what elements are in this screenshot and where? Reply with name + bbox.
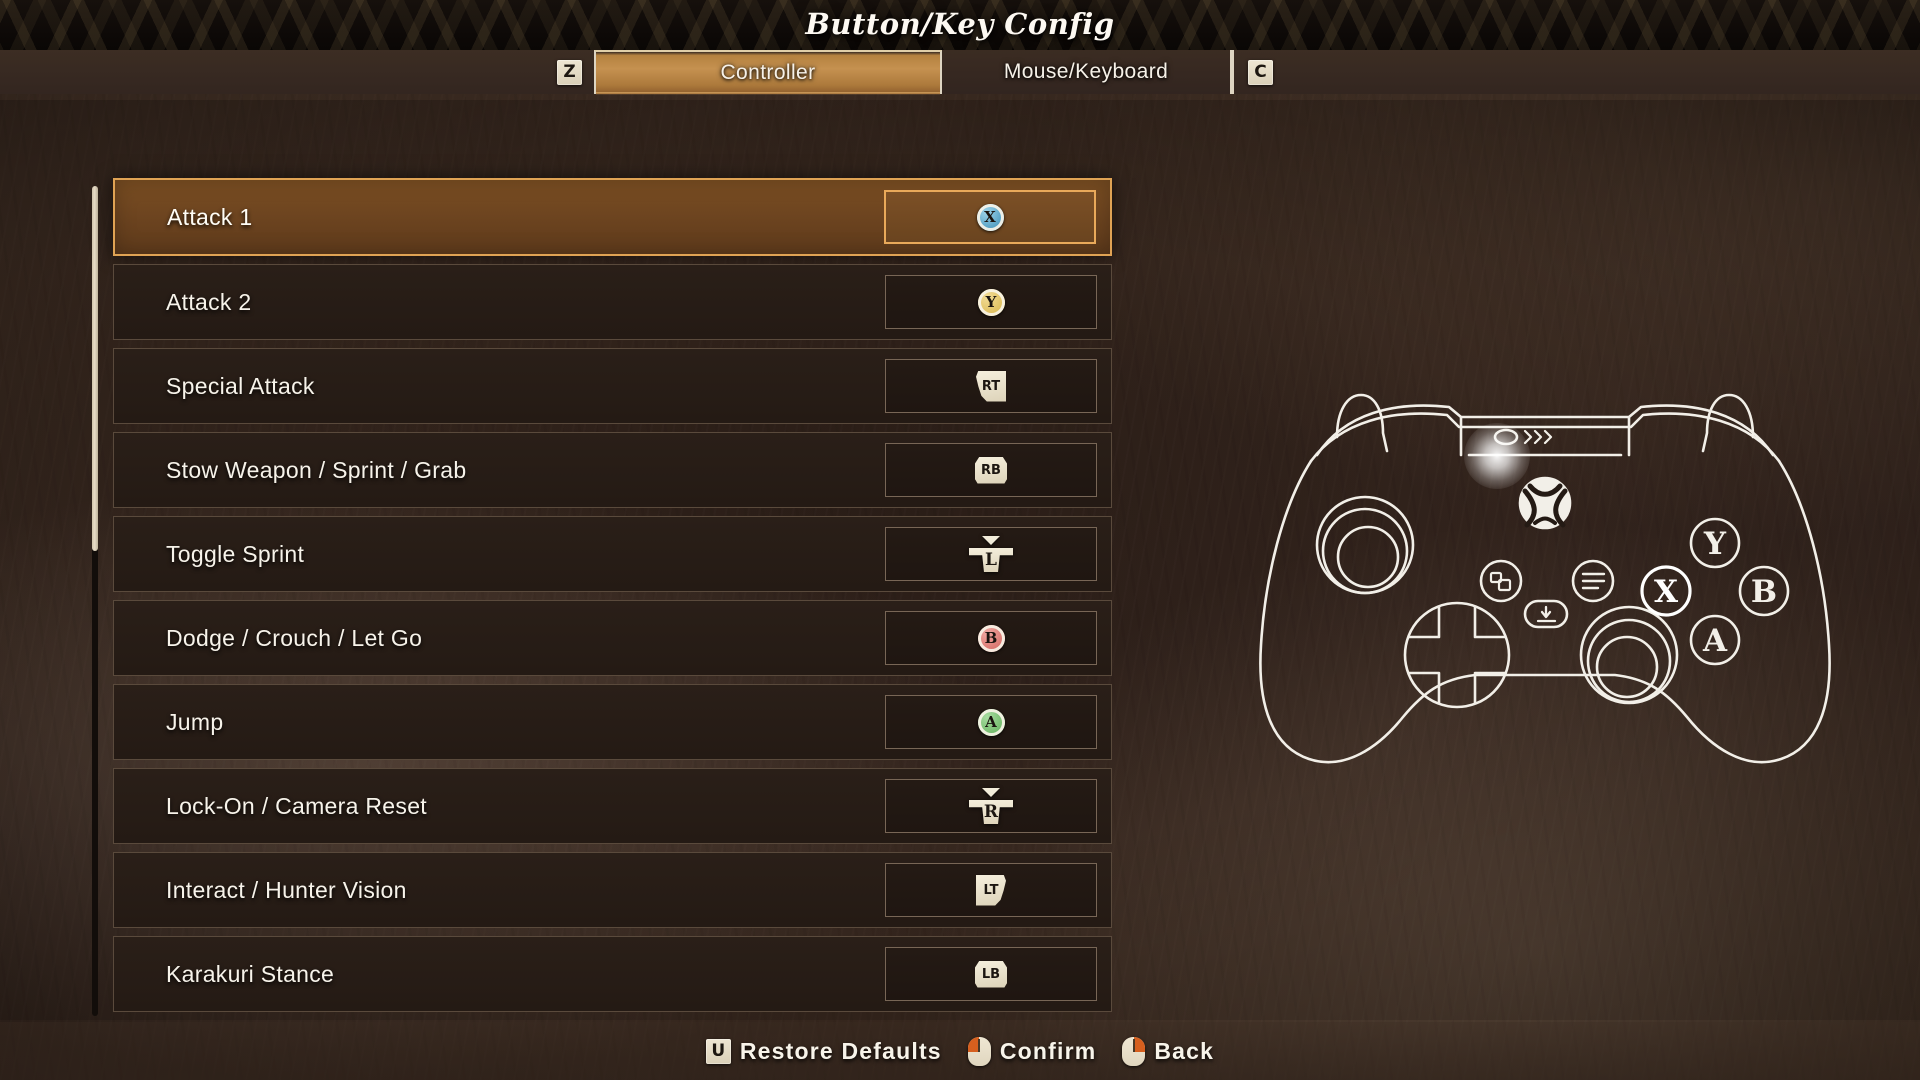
binding-action-label: Stow Weapon / Sprint / Grab [166, 456, 467, 483]
binding-value-cell[interactable]: RT [885, 359, 1097, 413]
tab-bar-tail [1285, 50, 1920, 94]
mouse-right-button-icon [1122, 1036, 1146, 1066]
binding-value-cell[interactable]: B [885, 611, 1097, 665]
footer-action-back[interactable]: Back [1122, 1036, 1215, 1066]
binding-value-cell[interactable]: X [884, 190, 1096, 244]
scrollbar-track[interactable] [92, 186, 98, 1016]
footer-action-label: Back [1154, 1037, 1215, 1064]
binding-value-cell[interactable]: A [885, 695, 1097, 749]
binding-row[interactable]: Dodge / Crouch / Let Go B [113, 600, 1112, 676]
binding-action-label: Interact / Hunter Vision [166, 876, 407, 903]
footer-action-confirm[interactable]: Confirm [967, 1036, 1097, 1066]
footer-action-label: Confirm [999, 1037, 1097, 1064]
right-stick-click-icon: R [969, 788, 1013, 824]
tab-bar: Z Controller Mouse/Keyboard C [0, 50, 1920, 95]
game-settings-screen: Button/Key Config Z Controller Mouse/Key… [0, 0, 1920, 1080]
binding-action-label: Jump [166, 708, 224, 735]
scrollbar-thumb[interactable] [92, 186, 98, 551]
bindings-list: Attack 1 X Attack 2 Y Special Attack RT Stow W… [113, 178, 1112, 1020]
key-c-icon: C [1248, 59, 1273, 85]
tab-bar-spacer [0, 50, 545, 94]
binding-action-label: Special Attack [166, 372, 315, 399]
footer-action-label: Restore Defaults [739, 1037, 942, 1064]
mouse-left-button-icon [967, 1036, 991, 1066]
tab-prev-key-hint[interactable]: Z [545, 50, 594, 94]
binding-row[interactable]: Karakuri Stance LB [113, 936, 1112, 1012]
right-bumper-icon: RB [975, 456, 1007, 484]
binding-action-label: Karakuri Stance [166, 960, 335, 987]
binding-value-cell[interactable]: RB [885, 443, 1097, 497]
xbox-b-button-icon: B [977, 624, 1005, 652]
left-trigger-icon: LT [976, 874, 1006, 906]
xbox-a-button-icon: A [977, 708, 1005, 736]
binding-row[interactable]: Attack 2 Y [113, 264, 1112, 340]
binding-value-cell[interactable]: Y [885, 275, 1097, 329]
title-bar: Button/Key Config [0, 0, 1920, 50]
tab-mouse-keyboard[interactable]: Mouse/Keyboard [942, 50, 1232, 94]
svg-text:X: X [1654, 574, 1679, 610]
page-title: Button/Key Config [805, 7, 1115, 41]
binding-value-cell[interactable]: LB [885, 947, 1097, 1001]
key-u-icon: U [705, 1038, 731, 1064]
binding-action-label: Attack 2 [166, 288, 252, 315]
binding-row[interactable]: Stow Weapon / Sprint / Grab RB [113, 432, 1112, 508]
binding-value-cell[interactable]: R [885, 779, 1097, 833]
left-stick-click-icon: L [969, 536, 1013, 572]
binding-action-label: Dodge / Crouch / Let Go [166, 624, 423, 651]
binding-row[interactable]: Jump A [113, 684, 1112, 760]
binding-action-label: Lock-On / Camera Reset [166, 792, 427, 819]
binding-row[interactable]: Attack 1 X [113, 178, 1112, 256]
svg-text:A: A [1702, 623, 1728, 659]
footer-action-restore-defaults[interactable]: U Restore Defaults [705, 1037, 942, 1065]
tab-controller-label: Controller [720, 61, 816, 84]
binding-value-cell[interactable]: L [885, 527, 1097, 581]
bindings-list-container: Attack 1 X Attack 2 Y Special Attack RT Stow W… [92, 178, 1112, 1016]
svg-text:Y: Y [1703, 526, 1727, 562]
svg-text:B: B [1751, 574, 1777, 610]
tab-next-key-hint[interactable]: C [1232, 50, 1285, 94]
xbox-x-button-icon: X [976, 203, 1004, 231]
binding-row[interactable]: Special Attack RT [113, 348, 1112, 424]
right-trigger-icon: RT [976, 370, 1006, 402]
tab-mouse-keyboard-label: Mouse/Keyboard [1003, 60, 1169, 83]
left-bumper-icon: LB [975, 960, 1007, 988]
key-z-icon: Z [557, 59, 582, 85]
xbox-y-button-icon: Y [977, 288, 1005, 316]
binding-value-cell[interactable]: LT [885, 863, 1097, 917]
binding-row[interactable]: Toggle Sprint L [113, 516, 1112, 592]
binding-row[interactable]: Interact / Hunter Vision LT [113, 852, 1112, 928]
tab-controller[interactable]: Controller [594, 50, 942, 95]
binding-action-label: Toggle Sprint [166, 540, 305, 567]
footer-hint-bar: U Restore Defaults Confirm Back [0, 1022, 1920, 1080]
binding-row[interactable]: Lock-On / Camera Reset R [113, 768, 1112, 844]
xbox-controller-diagram: Y B A X [1225, 355, 1865, 775]
binding-action-label: Attack 1 [167, 203, 253, 230]
